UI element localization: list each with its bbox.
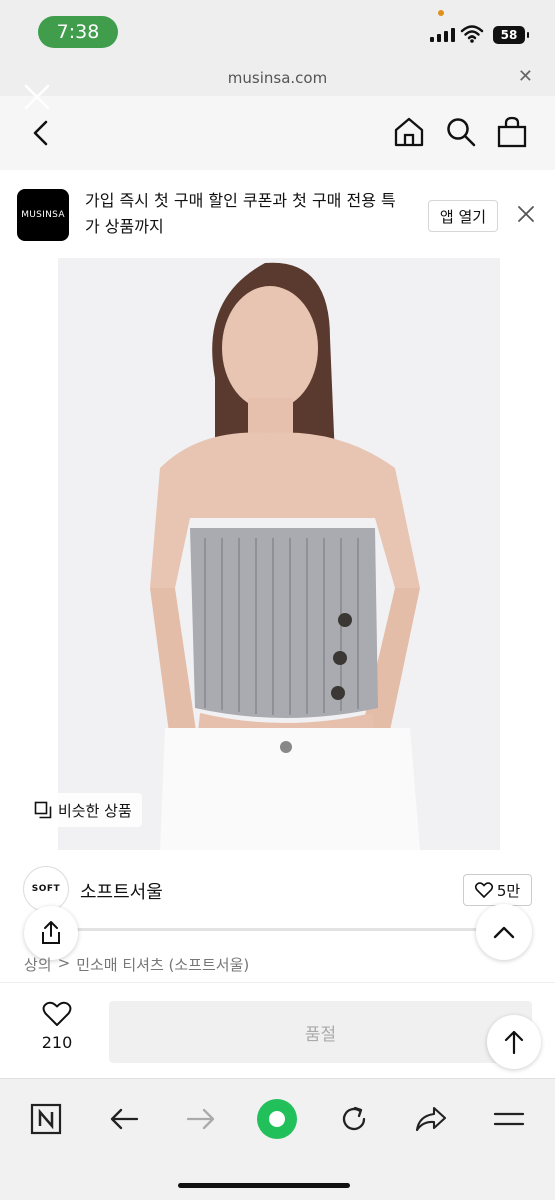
similar-products-label: 비슷한 상품 (58, 801, 132, 820)
arrow-left-icon (110, 1108, 139, 1130)
shopping-bag-icon[interactable] (496, 116, 528, 148)
naver-n-icon (30, 1103, 62, 1135)
breadcrumb-subcategory[interactable]: 민소매 티셔츠 (소프트서울) (76, 954, 249, 975)
refresh-button[interactable] (332, 1097, 376, 1141)
product-image[interactable]: 비슷한 상품 (0, 258, 555, 850)
heart-icon (42, 1001, 72, 1026)
brand-name[interactable]: 소프트서울 (80, 878, 163, 904)
banner-close-icon[interactable] (516, 204, 536, 224)
brand-logo[interactable]: SOFT (23, 866, 69, 912)
browser-forward-button[interactable] (179, 1097, 223, 1141)
soldout-button[interactable]: 품절 (109, 1001, 532, 1063)
url-close-icon[interactable]: ✕ (518, 66, 533, 87)
category-breadcrumb: 상의 > 민소매 티셔츠 (소프트서울) (24, 954, 249, 975)
breadcrumb-category[interactable]: 상의 (24, 954, 52, 975)
browser-bottom-nav (0, 1078, 555, 1200)
cellular-signal-icon (430, 28, 455, 42)
app-install-banner: MUSINSA 가입 즉시 첫 구매 할인 쿠폰과 첫 구매 전용 특가 상품까… (0, 170, 555, 258)
brand-likes-count: 5만 (496, 881, 521, 900)
share-page-button[interactable] (409, 1097, 453, 1141)
share-icon (42, 921, 60, 944)
open-app-button[interactable]: 앱 열기 (428, 200, 498, 232)
search-icon[interactable] (445, 116, 477, 148)
info-scroll-track (24, 928, 484, 931)
brand-like-button[interactable]: 5만 (463, 874, 532, 906)
camera-indicator-icon (438, 10, 444, 16)
banner-message: 가입 즉시 첫 구매 할인 쿠폰과 첫 구매 전용 특가 상품까지 (85, 191, 396, 236)
status-time: 7:38 (38, 16, 118, 48)
browser-home-button[interactable] (255, 1097, 299, 1141)
close-overlay-icon[interactable] (22, 82, 52, 112)
url-text[interactable]: musinsa.com (0, 69, 555, 87)
brand-row: SOFT 소프트서울 5만 (0, 850, 555, 960)
back-arrow-icon[interactable] (30, 118, 52, 148)
collapse-button[interactable] (476, 904, 532, 960)
wishlist-count: 210 (41, 1033, 73, 1052)
battery-icon: 58 (493, 26, 529, 44)
arrow-right-icon (186, 1108, 215, 1130)
wishlist-button[interactable]: 210 (28, 1001, 86, 1052)
site-header (0, 84, 555, 170)
home-icon[interactable] (393, 116, 425, 148)
arrow-up-icon (504, 1030, 524, 1055)
hamburger-menu-icon (493, 1112, 525, 1126)
purchase-bar: 210 품절 (0, 982, 555, 1078)
menu-button[interactable] (487, 1097, 531, 1141)
similar-items-icon (34, 801, 52, 819)
wifi-icon (460, 25, 484, 43)
naver-logo-button[interactable] (24, 1097, 68, 1141)
breadcrumb-separator: > (57, 954, 71, 972)
share-arrow-icon (415, 1106, 447, 1132)
musinsa-logo: MUSINSA (17, 189, 69, 241)
share-button[interactable] (24, 906, 78, 960)
heart-icon (474, 882, 493, 898)
product-photo-illustration (0, 258, 555, 850)
similar-products-button[interactable]: 비슷한 상품 (24, 793, 142, 827)
status-bar: 7:38 58 (0, 0, 555, 60)
home-indicator (178, 1183, 350, 1188)
scroll-top-button[interactable] (487, 1015, 541, 1069)
browser-url-bar[interactable]: musinsa.com ✕ (0, 60, 555, 96)
refresh-icon (342, 1106, 366, 1131)
chevron-up-icon (493, 926, 515, 939)
green-dot-home-icon (257, 1099, 297, 1139)
browser-back-button[interactable] (102, 1097, 146, 1141)
